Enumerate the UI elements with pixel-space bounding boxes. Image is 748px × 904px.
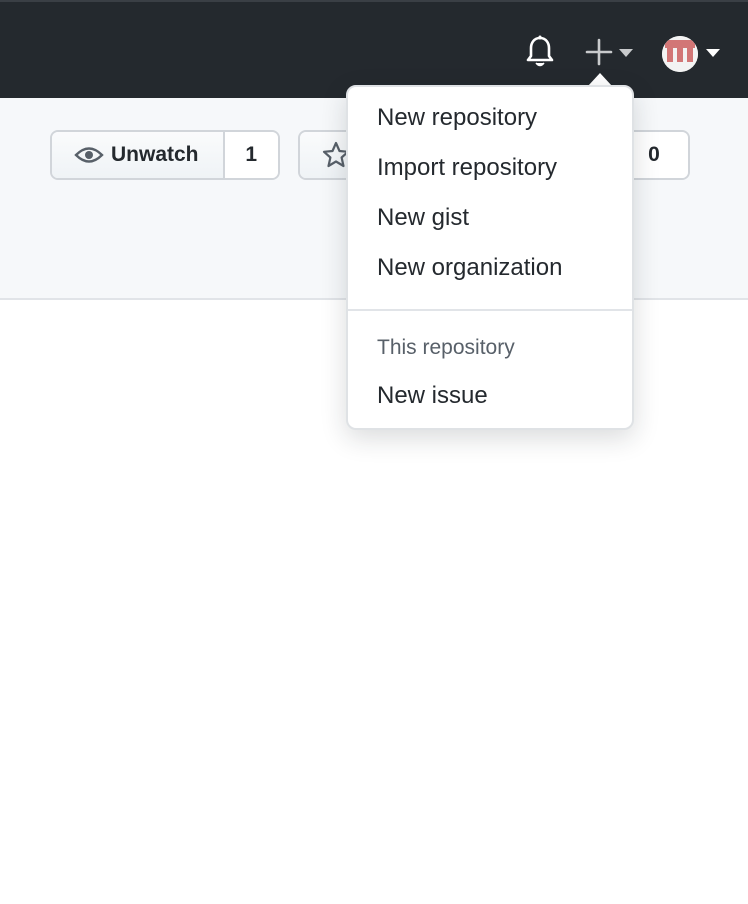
menu-item-new-issue[interactable]: New issue [348,375,632,417]
unwatch-label: Unwatch [111,143,199,166]
caret-down-icon [706,49,720,57]
menu-item-new-gist[interactable]: New gist [348,197,632,239]
create-new-button[interactable] [582,36,638,68]
plus-icon [585,38,613,66]
create-new-menu: New repository Import repository New gis… [346,85,634,430]
header-bar [0,0,748,98]
user-menu-button[interactable] [660,34,724,74]
caret-down-icon [619,49,633,57]
eye-icon [74,147,104,163]
menu-item-new-organization[interactable]: New organization [348,247,632,289]
bell-icon [526,35,554,67]
watchers-count[interactable]: 1 [222,132,278,178]
menu-divider [348,309,632,311]
watch-button-group: Unwatch 1 [50,130,280,180]
unwatch-button[interactable]: Unwatch [52,132,223,178]
menu-item-new-repository[interactable]: New repository [348,97,632,139]
menu-item-import-repository[interactable]: Import repository [348,147,632,189]
menu-section-header: This repository [377,336,515,359]
avatar [662,36,698,72]
notifications-button[interactable] [524,35,556,69]
